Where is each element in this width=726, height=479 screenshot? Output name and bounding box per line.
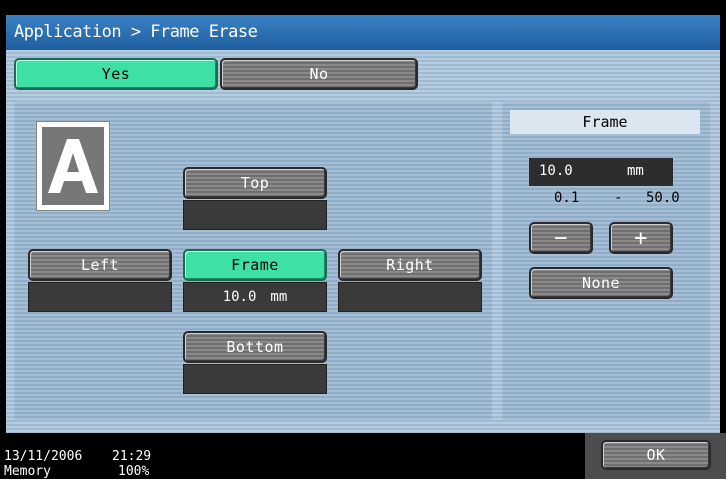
plus-button[interactable]: + (609, 222, 673, 254)
ok-label: OK (646, 446, 666, 464)
range-min: 0.1 (554, 190, 580, 206)
frame-label: Frame (231, 256, 279, 274)
right-value-field (338, 282, 482, 312)
frame-range: 0.1 - 50.0 (530, 190, 690, 210)
bottom-button[interactable]: Bottom (183, 331, 327, 363)
status-time: 21:29 (112, 449, 152, 464)
none-label: None (581, 274, 621, 292)
page-title: Application > Frame Erase (14, 22, 258, 42)
yes-button[interactable]: Yes (14, 58, 218, 90)
minus-icon: − (554, 225, 568, 251)
right-button[interactable]: Right (338, 249, 482, 281)
frame-panel-value: 10.0 (539, 163, 573, 179)
bottom-value-field (183, 364, 327, 394)
frame-unit: mm (270, 289, 288, 305)
top-button[interactable]: Top (183, 167, 327, 199)
plus-icon: + (634, 225, 648, 251)
title-bar: Application > Frame Erase (6, 15, 720, 50)
left-value-field (28, 282, 172, 312)
frame-button[interactable]: Frame (183, 249, 327, 281)
minus-button[interactable]: − (529, 222, 593, 254)
frame-value: 10.0 (222, 289, 257, 305)
screen: Application > Frame Erase Yes No Top Lef… (0, 0, 726, 479)
frame-panel (502, 102, 710, 420)
letter-a-icon (48, 139, 98, 193)
top-value-field (183, 200, 327, 230)
status-date: 13/11/2006 (4, 449, 83, 464)
left-label: Left (80, 256, 120, 274)
no-label: No (309, 65, 329, 83)
frame-panel-unit: mm (627, 163, 644, 179)
yes-label: Yes (101, 65, 131, 83)
memory-label: Memory (4, 464, 51, 479)
memory-value: 100% (118, 464, 150, 479)
right-label: Right (386, 256, 434, 274)
bottom-label: Bottom (226, 338, 284, 356)
none-button[interactable]: None (529, 267, 673, 299)
document-icon (36, 121, 110, 211)
frame-value-display: 10.0 mm (529, 158, 673, 186)
ok-button[interactable]: OK (601, 440, 711, 470)
no-button[interactable]: No (220, 58, 418, 90)
left-button[interactable]: Left (28, 249, 172, 281)
range-max: 50.0 (646, 190, 680, 206)
range-separator: - (614, 190, 623, 206)
top-label: Top (240, 174, 270, 192)
frame-panel-title: Frame (510, 110, 700, 134)
frame-value-field: 10.0 mm (183, 282, 327, 312)
